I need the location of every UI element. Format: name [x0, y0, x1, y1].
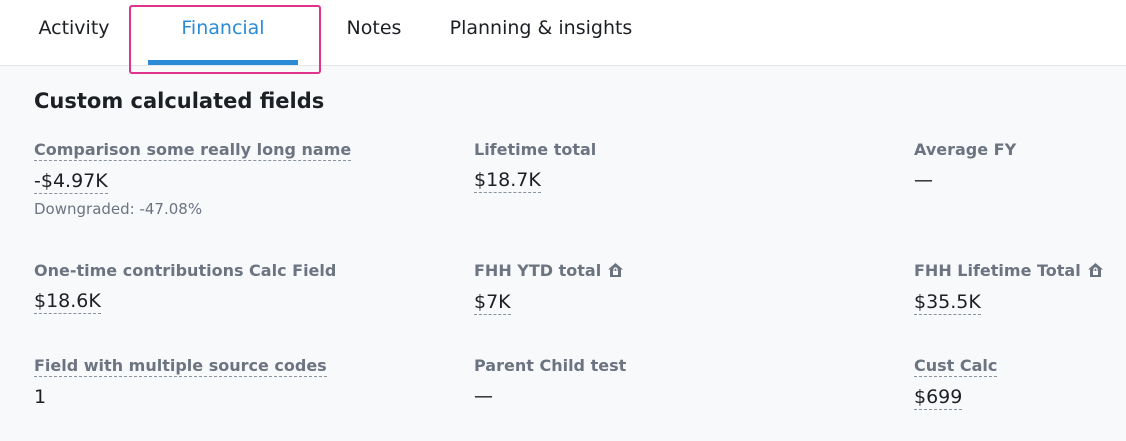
field-label[interactable]: Field with multiple source codes — [34, 356, 327, 377]
field-label: Lifetime total — [474, 140, 597, 159]
house-lock-icon — [1087, 262, 1104, 282]
field-cust-calc: Cust Calc $699 — [914, 356, 998, 410]
field-value[interactable]: -$4.97K — [34, 169, 108, 194]
tab-planning-insights[interactable]: Planning & insights — [446, 0, 636, 66]
field-fhh-lifetime-total: FHH Lifetime Total $35.5K — [914, 261, 1104, 315]
field-value: — — [474, 385, 493, 407]
field-value[interactable]: $18.7K — [474, 168, 541, 193]
field-one-time-contributions: One-time contributions Calc Field $18.6K — [34, 261, 336, 314]
tab-highlight-box — [129, 5, 321, 74]
field-value[interactable]: $7K — [474, 290, 511, 315]
house-lock-icon — [607, 262, 624, 282]
field-value[interactable]: $35.5K — [914, 290, 981, 315]
field-label: FHH Lifetime Total — [914, 261, 1081, 280]
field-subtext: Downgraded: -47.08% — [34, 200, 203, 218]
field-lifetime-total: Lifetime total $18.7K — [474, 140, 596, 193]
field-value: 1 — [34, 386, 47, 408]
field-label: Average FY — [914, 140, 1017, 159]
field-value[interactable]: $18.6K — [34, 289, 101, 314]
field-label: Parent Child test — [474, 356, 627, 375]
field-label: One-time contributions Calc Field — [34, 261, 337, 280]
field-comparison: Comparison some really long name -$4.97K… — [34, 140, 352, 218]
tab-activity[interactable]: Activity — [36, 0, 112, 66]
field-label: FHH YTD total — [474, 261, 602, 280]
field-label[interactable]: Cust Calc — [914, 356, 998, 377]
field-fhh-ytd-total: FHH YTD total $7K — [474, 261, 624, 315]
field-label[interactable]: Comparison some really long name — [34, 140, 352, 161]
field-parent-child-test: Parent Child test — — [474, 356, 626, 408]
field-average-fy: Average FY — — [914, 140, 1016, 192]
field-multiple-source-codes: Field with multiple source codes 1 — [34, 356, 327, 409]
field-value: — — [914, 169, 933, 191]
tab-bar: Activity Financial Notes Planning & insi… — [0, 0, 1126, 74]
field-value[interactable]: $699 — [914, 385, 963, 410]
section-title: Custom calculated fields — [34, 89, 325, 113]
tab-notes[interactable]: Notes — [343, 0, 405, 66]
